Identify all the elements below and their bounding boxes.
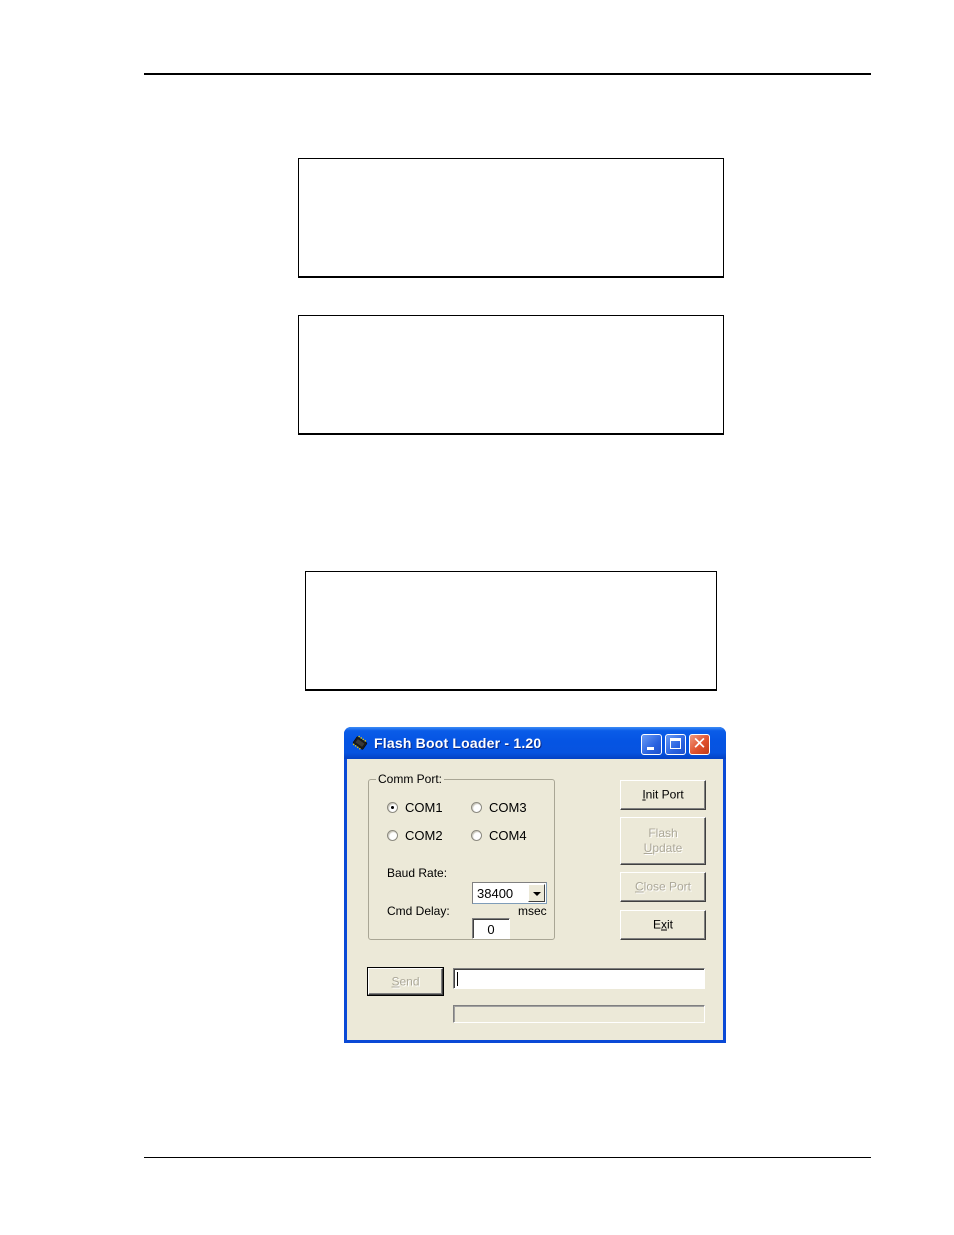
cmd-delay-label: Cmd Delay: (387, 904, 450, 918)
radio-com1[interactable]: COM1 (387, 799, 443, 815)
radio-com3[interactable]: COM3 (471, 799, 527, 815)
radio-indicator[interactable] (387, 829, 398, 841)
radio-label: COM4 (489, 827, 527, 843)
send-button[interactable]: Send (367, 967, 444, 996)
radio-indicator[interactable] (471, 829, 482, 841)
cmd-delay-value: 0 (487, 922, 495, 937)
empty-frame-1 (298, 158, 724, 278)
radio-label: COM2 (405, 827, 443, 843)
close-icon: ✕ (692, 734, 707, 754)
footer-rule (144, 1157, 871, 1158)
comm-port-group: Comm Port: COM1 COM2 COM3 COM4 Baud Rate… (368, 772, 555, 940)
close-port-button[interactable]: Close Port (620, 872, 706, 902)
maximize-icon (670, 738, 681, 749)
radio-com2[interactable]: COM2 (387, 827, 443, 843)
chevron-down-icon[interactable] (528, 884, 545, 902)
radio-label: COM3 (489, 799, 527, 815)
flash-boot-loader-window: Flash Boot Loader - 1.20 ✕ Comm Port: CO… (344, 727, 726, 1043)
text-caret (457, 972, 458, 986)
minimize-icon (647, 747, 654, 750)
button-label: pdate (652, 841, 683, 855)
window-client-area: Comm Port: COM1 COM2 COM3 COM4 Baud Rate… (347, 759, 723, 1040)
cmd-delay-unit: msec (518, 904, 547, 918)
close-button[interactable]: ✕ (689, 734, 710, 755)
button-label: lose Port (643, 879, 692, 894)
radio-indicator[interactable] (387, 801, 398, 813)
minimize-button[interactable] (641, 734, 662, 755)
button-label: it (667, 917, 673, 932)
baud-rate-select[interactable]: 38400 (472, 882, 547, 904)
baud-rate-value: 38400 (477, 886, 514, 901)
header-rule (144, 73, 871, 75)
button-label-pre: E (652, 917, 661, 932)
window-title: Flash Boot Loader - 1.20 (374, 735, 542, 751)
empty-frame-2 (298, 315, 724, 435)
button-label: nit Port (645, 787, 684, 802)
button-label: end (399, 974, 420, 988)
radio-com4[interactable]: COM4 (471, 827, 527, 843)
maximize-button[interactable] (665, 734, 686, 755)
command-input[interactable] (453, 968, 705, 989)
radio-indicator[interactable] (471, 801, 482, 813)
init-port-button[interactable]: Init Port (620, 780, 706, 810)
mnemonic: U (643, 841, 653, 855)
status-field (453, 1005, 705, 1023)
radio-label: COM1 (405, 799, 443, 815)
comm-port-legend: Comm Port: (376, 772, 445, 786)
empty-frame-3 (305, 571, 717, 691)
title-bar[interactable]: Flash Boot Loader - 1.20 ✕ (344, 727, 726, 759)
baud-rate-label: Baud Rate: (387, 866, 448, 880)
mnemonic: C (634, 879, 644, 894)
button-label-line1: Flash (648, 826, 678, 840)
chip-icon (352, 735, 368, 750)
exit-button[interactable]: Exit (620, 910, 706, 940)
flash-update-button[interactable]: Flash Update (620, 817, 706, 865)
cmd-delay-input[interactable]: 0 (472, 918, 510, 939)
